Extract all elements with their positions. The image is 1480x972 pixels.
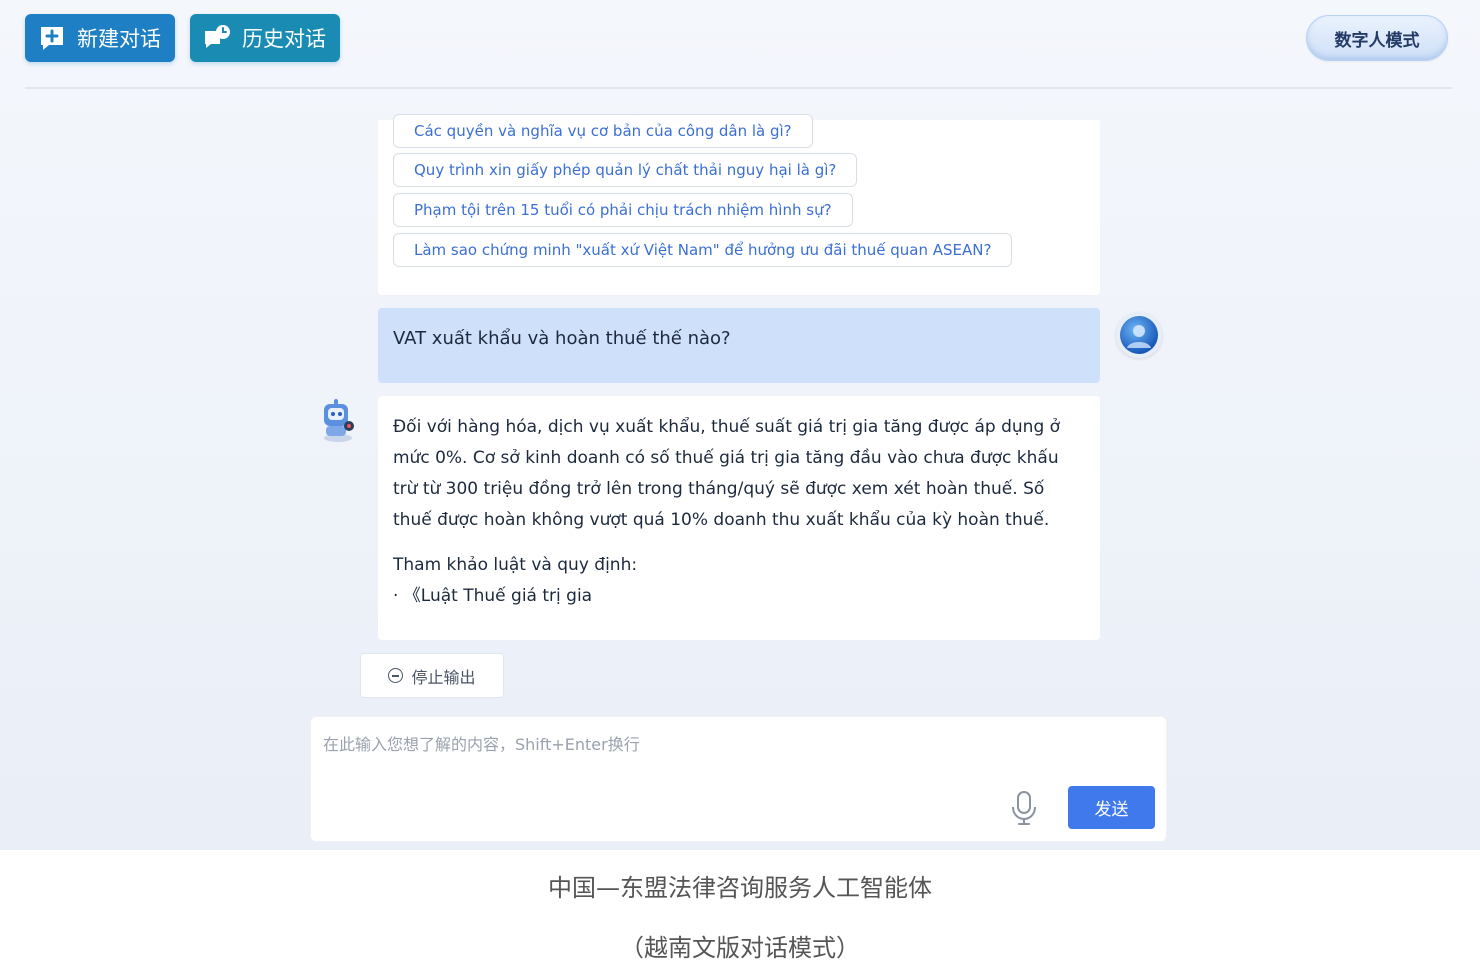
message-input-panel: 发送 xyxy=(310,716,1167,842)
stop-output-label: 停止输出 xyxy=(411,667,476,687)
assistant-message-bubble: Đối với hàng hóa, dịch vụ xuất khẩu, thu… xyxy=(378,396,1100,640)
user-avatar xyxy=(1116,312,1162,358)
suggestion-chip[interactable]: Làm sao chứng minh "xuất xứ Việt Nam" để… xyxy=(393,233,1013,267)
new-chat-label: 新建对话 xyxy=(77,27,161,51)
user-message-bubble: VAT xuất khẩu và hoàn thuế thế nào? xyxy=(378,308,1100,383)
new-chat-button[interactable]: 新建对话 xyxy=(25,14,175,62)
add-chat-icon xyxy=(37,23,67,53)
microphone-icon[interactable] xyxy=(1009,789,1039,827)
history-chat-label: 历史对话 xyxy=(242,27,326,51)
suggestion-chip[interactable]: Các quyền và nghĩa vụ cơ bản của công dâ… xyxy=(393,114,813,148)
chat-app: 新建对话 历史对话 数字人模式 Các quyền và nghĩa vụ cơ… xyxy=(0,0,1480,850)
suggestion-panel: Các quyền và nghĩa vụ cơ bản của công dâ… xyxy=(378,114,1100,295)
message-input[interactable] xyxy=(323,731,1143,781)
image-caption-title: 中国—东盟法律咨询服务人工智能体 xyxy=(548,874,932,902)
assistant-avatar xyxy=(315,396,361,444)
send-button[interactable]: 发送 xyxy=(1068,786,1155,829)
reference-heading: Tham khảo luật và quy định: xyxy=(393,555,638,575)
header-divider xyxy=(25,87,1452,89)
stop-icon xyxy=(388,668,404,683)
image-caption-subtitle: （越南文版对话模式） xyxy=(620,934,860,962)
top-bar: 新建对话 历史对话 数字人模式 xyxy=(0,0,1480,88)
suggestion-chip[interactable]: Phạm tội trên 15 tuổi có phải chịu trách… xyxy=(393,193,853,227)
reference-item[interactable]: · 《Luật Thuế giá trị gia xyxy=(393,581,1085,612)
user-avatar-icon xyxy=(1120,316,1158,354)
suggestion-chip[interactable]: Quy trình xin giấy phép quản lý chất thả… xyxy=(393,153,858,187)
robot-icon xyxy=(324,399,354,442)
assistant-answer-text: Đối với hàng hóa, dịch vụ xuất khẩu, thu… xyxy=(393,417,1061,530)
history-chat-icon xyxy=(202,23,232,53)
stop-output-button[interactable]: 停止输出 xyxy=(360,653,504,698)
history-chat-button[interactable]: 历史对话 xyxy=(190,14,340,62)
digital-human-mode-button[interactable]: 数字人模式 xyxy=(1306,15,1448,61)
